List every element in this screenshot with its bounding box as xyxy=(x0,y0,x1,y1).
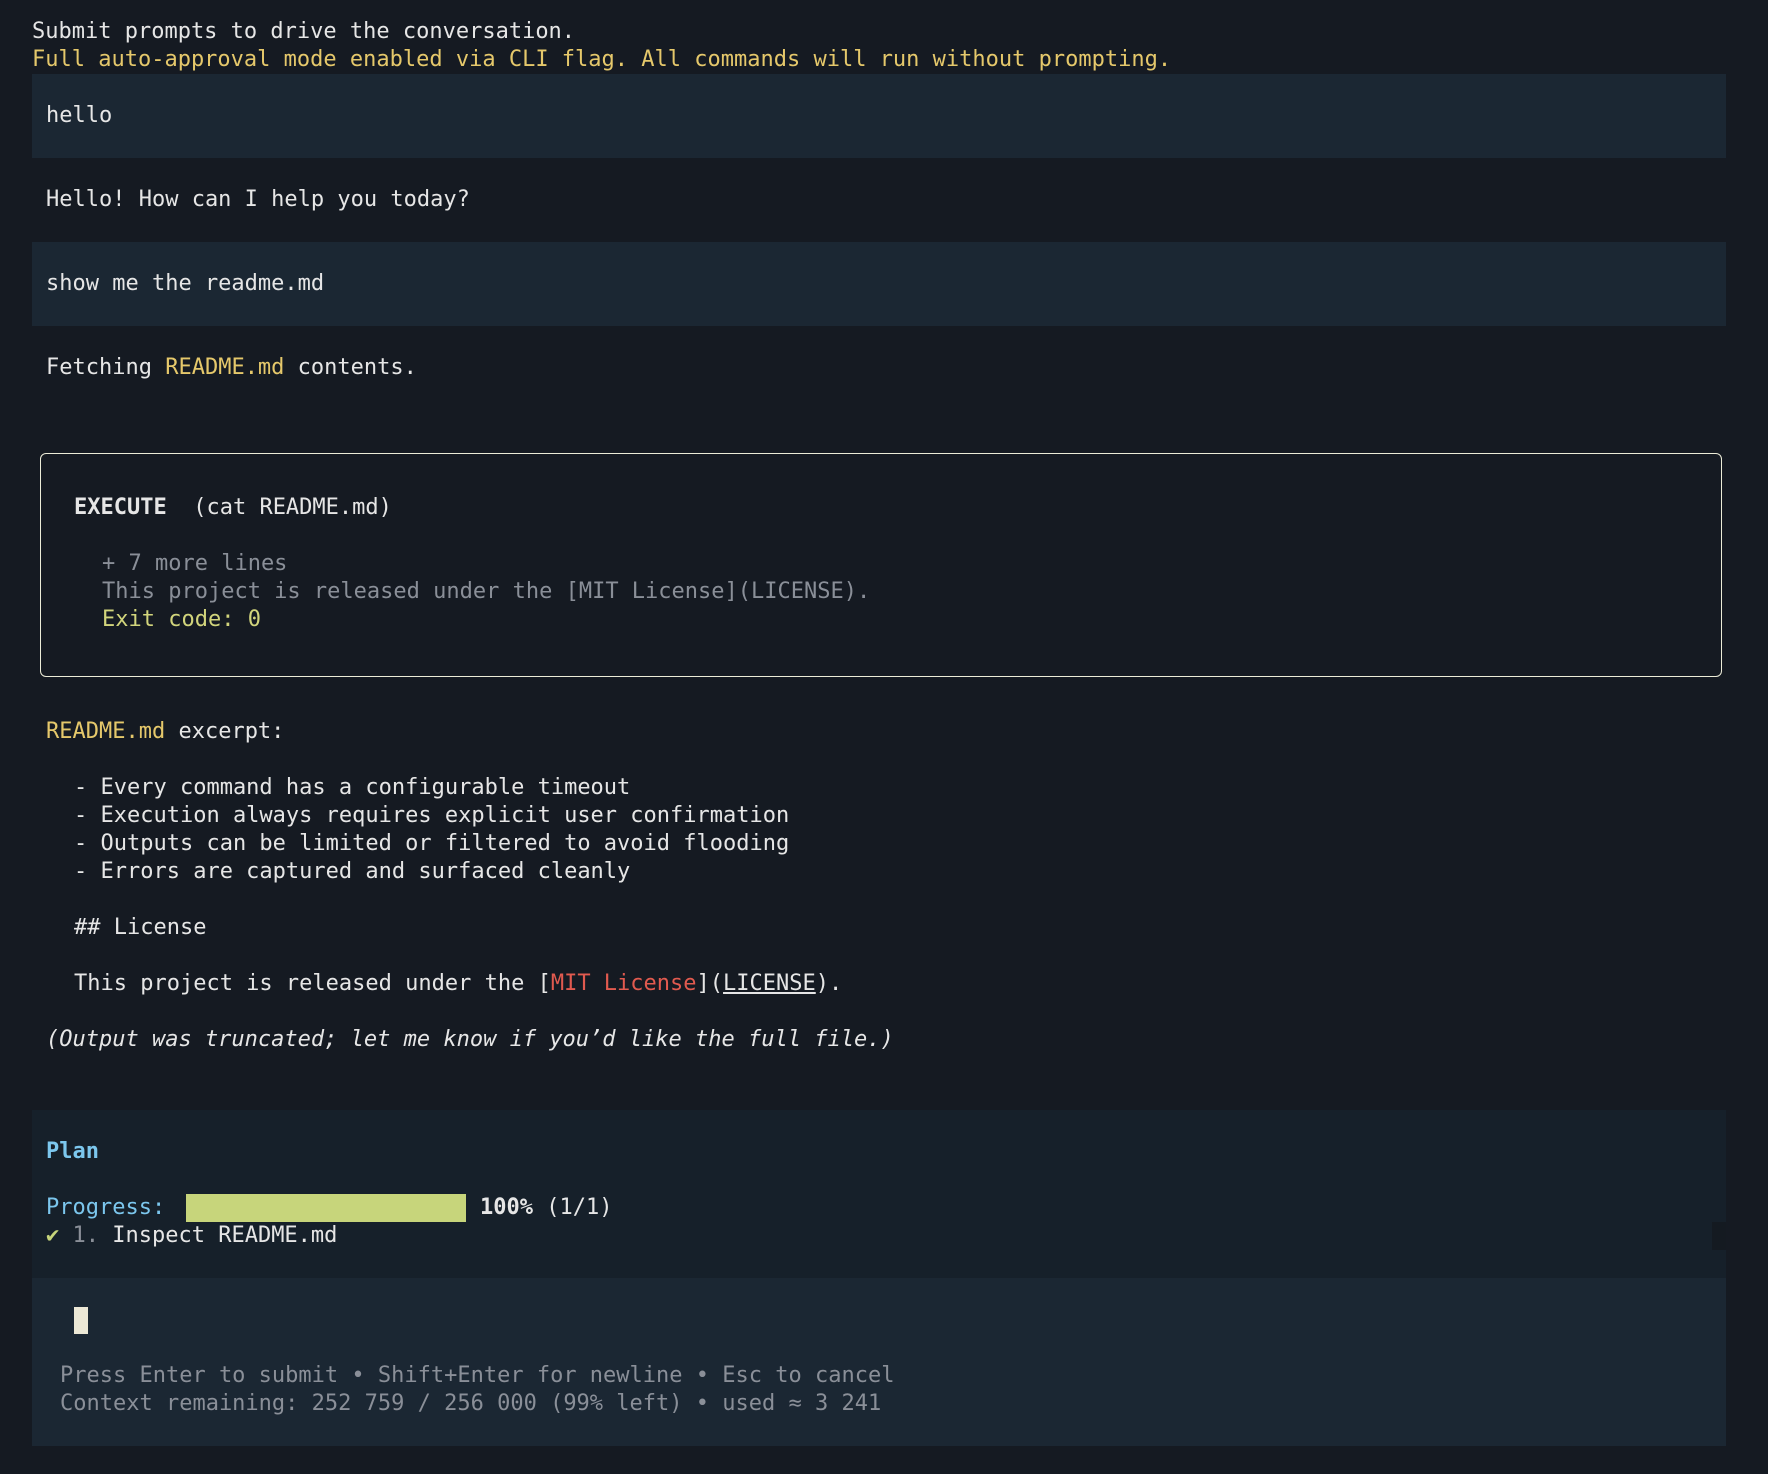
progress-readout: 100% (1/1) xyxy=(480,1194,612,1222)
execute-more-lines[interactable]: + 7 more lines xyxy=(102,550,287,578)
plan-title: Plan xyxy=(46,1139,99,1164)
fetching-suffix: contents. xyxy=(284,355,417,380)
text-cursor[interactable] xyxy=(74,1307,88,1334)
assistant-status-line: Fetching README.md contents. xyxy=(46,354,417,382)
truncation-note: (Output was truncated; let me know if yo… xyxy=(46,1027,894,1052)
assistant-message-text: Hello! How can I help you today? xyxy=(46,187,470,212)
check-icon: ✔ xyxy=(46,1223,60,1248)
fetching-prefix: Fetching xyxy=(46,355,166,380)
license-heading: ## License xyxy=(74,915,207,940)
license-end: ). xyxy=(815,971,843,996)
license-prefix: This project is released under the [ xyxy=(74,971,551,996)
auto-approval-warning: Full auto-approval mode enabled via CLI … xyxy=(32,47,1172,72)
user-message-block xyxy=(32,74,1726,158)
plan-item-text: Inspect README.md xyxy=(112,1223,338,1248)
intro-text: Submit prompts to drive the conversation… xyxy=(32,19,576,44)
execute-header: EXECUTE (cat README.md) xyxy=(74,494,392,522)
excerpt-bullet: - Outputs can be limited or filtered to … xyxy=(74,831,790,856)
execute-exit-code: Exit code: 0 xyxy=(102,607,261,632)
user-message-text: hello xyxy=(46,103,113,128)
excerpt-bullet: - Execution always requires explicit use… xyxy=(74,803,790,828)
execute-command: (cat README.md) xyxy=(193,495,392,520)
progress-count: (1/1) xyxy=(546,1195,613,1220)
excerpt-bullet: - Every command has a configurable timeo… xyxy=(74,775,631,800)
progress-bar xyxy=(186,1194,466,1222)
plan-item-number: 1. xyxy=(72,1223,100,1248)
user-message-text: show me the readme.md xyxy=(46,271,325,296)
execute-label: EXECUTE xyxy=(74,495,167,520)
excerpt-suffix: excerpt: xyxy=(165,719,285,744)
progress-percent: 100% xyxy=(480,1195,533,1220)
plan-item: ✔ 1. Inspect README.md xyxy=(46,1222,337,1250)
excerpt-bullet: - Errors are captured and surfaced clean… xyxy=(74,859,631,884)
input-hint: Press Enter to submit • Shift+Enter for … xyxy=(60,1363,895,1388)
license-link-text[interactable]: MIT License xyxy=(551,971,697,996)
execute-output-line: This project is released under the [MIT … xyxy=(102,579,871,604)
license-link-target[interactable]: LICENSE xyxy=(723,971,816,996)
license-mid: ]( xyxy=(696,971,724,996)
excerpt-heading: README.md excerpt: xyxy=(46,718,284,746)
excerpt-file: README.md xyxy=(46,719,166,744)
execute-tool-box xyxy=(40,453,1722,677)
context-remaining: Context remaining: 252 759 / 256 000 (99… xyxy=(60,1391,882,1416)
license-line: This project is released under the [MIT … xyxy=(74,970,842,998)
progress-label: Progress: xyxy=(46,1195,166,1220)
fetching-file: README.md xyxy=(165,355,285,380)
scroll-edge-marker xyxy=(1712,1222,1726,1250)
progress-bar-fill xyxy=(186,1194,466,1222)
